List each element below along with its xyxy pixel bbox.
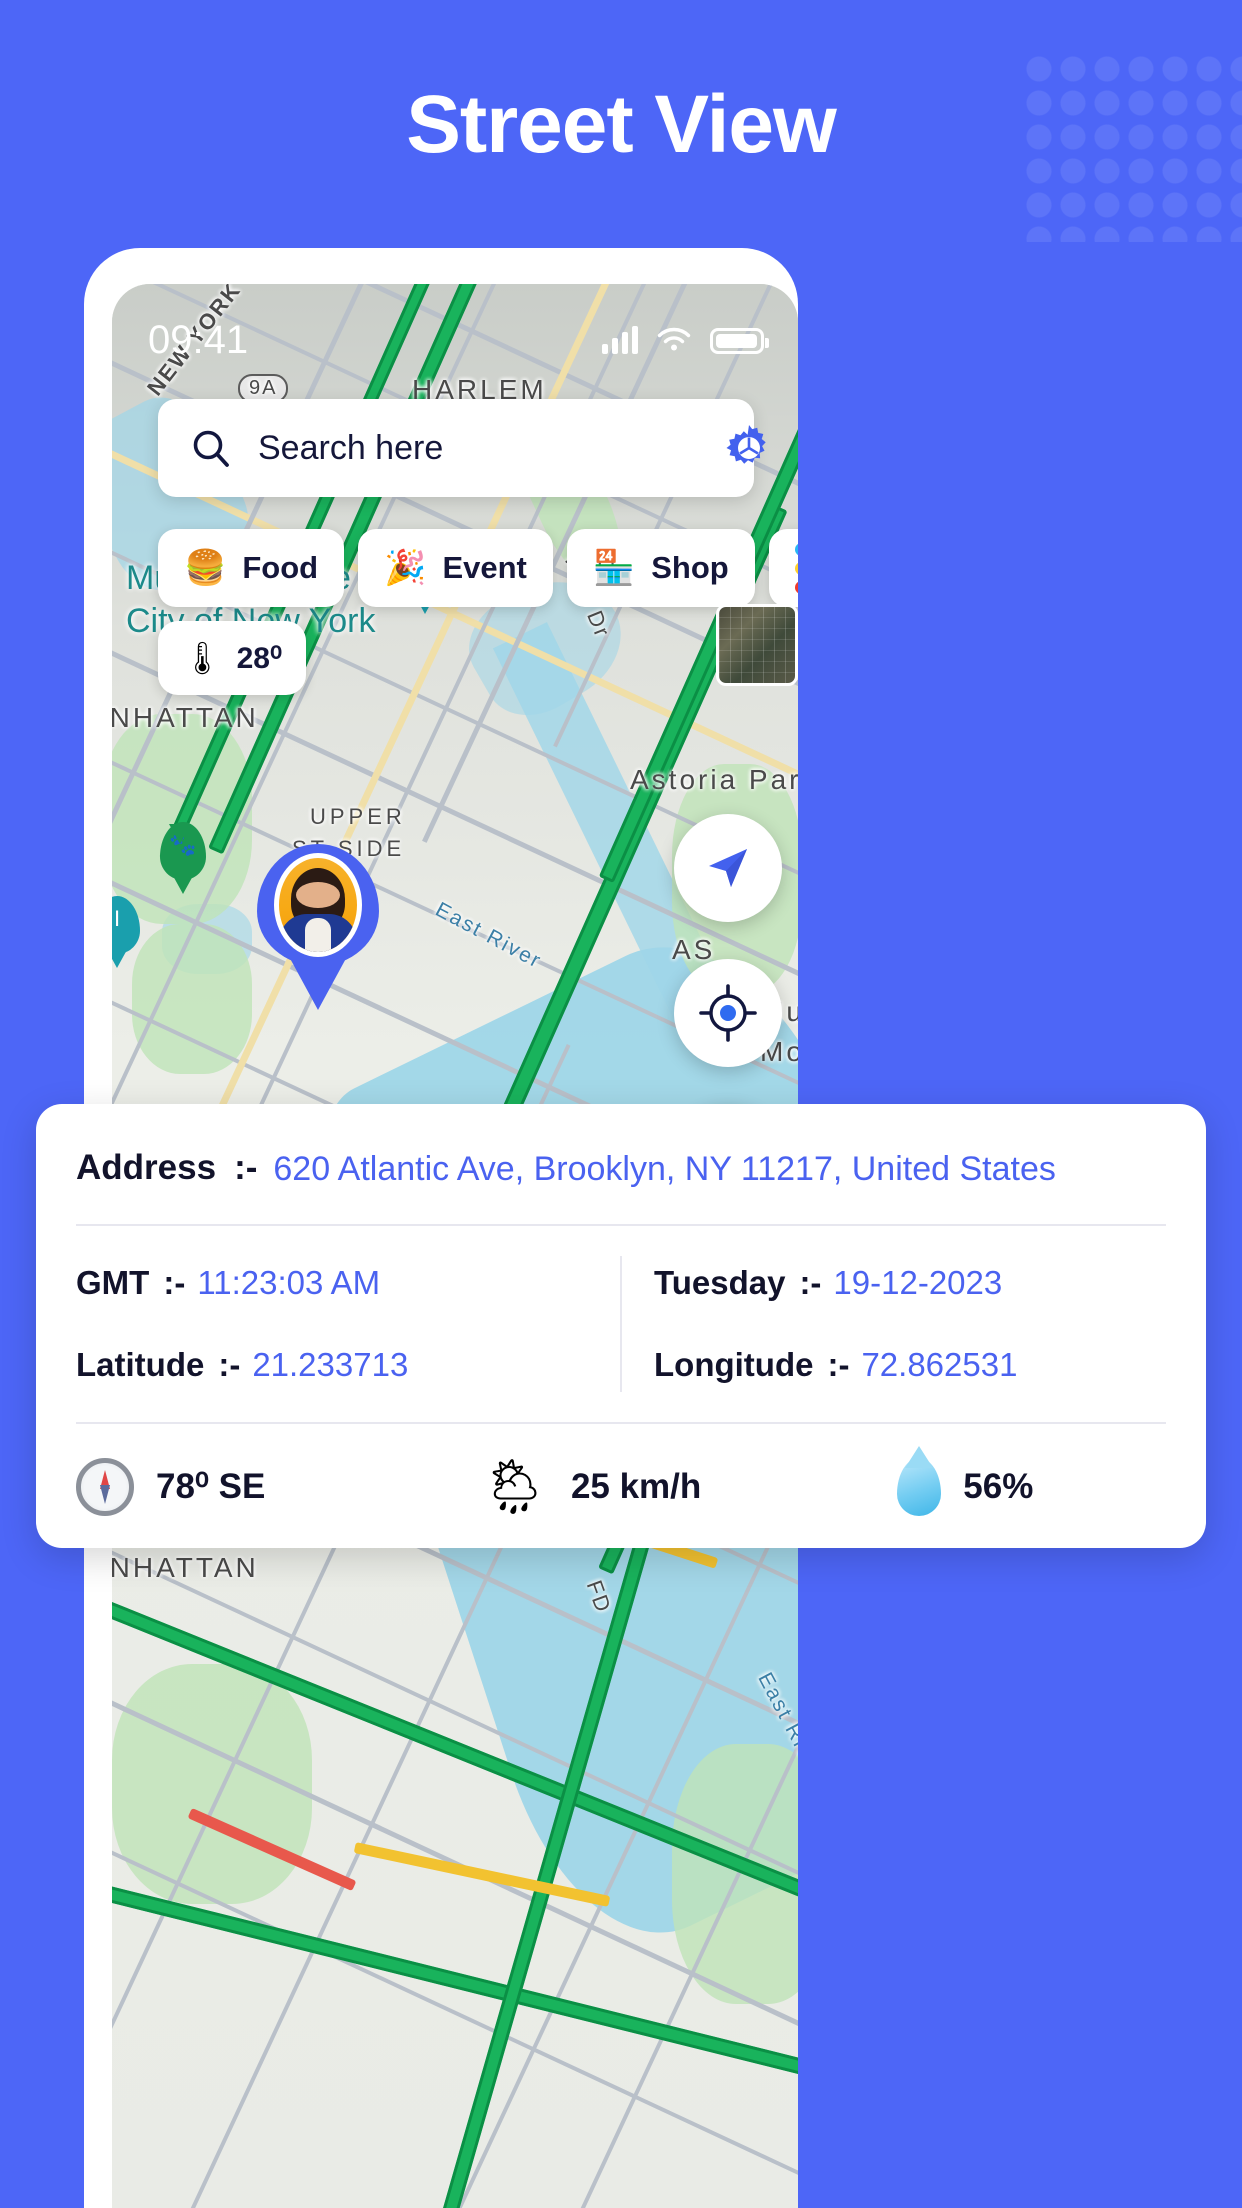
party-popper-icon: 🎉 [384, 549, 427, 587]
weather-row: 78⁰ SE 🌦 25 km/h 56% [76, 1421, 1166, 1516]
latitude-value: 21.233713 [252, 1345, 409, 1383]
info-grid: GMT :- 11:23:03 AM Latitude :- 21.233713… [76, 1255, 1166, 1392]
location-info-card: Address :- 620 Atlantic Ave, Brooklyn, N… [36, 1104, 1206, 1548]
info-item-gmt: GMT :- 11:23:03 AM [76, 1262, 620, 1304]
gmt-value: 11:23:03 AM [197, 1263, 381, 1301]
weather-compass: 78⁰ SE [76, 1457, 266, 1516]
settings-button[interactable] [701, 399, 797, 497]
longitude-value: 72.862531 [861, 1345, 1018, 1383]
battery-icon [710, 328, 769, 354]
date-value: 19-12-2023 [833, 1263, 1003, 1301]
store-icon: 🏪 [592, 549, 636, 587]
thermometer-icon: 🌡 [182, 640, 223, 676]
status-time: 09:41 [148, 317, 249, 362]
avatar-body [279, 914, 357, 952]
gear-icon [726, 425, 766, 464]
signal-bars-icon [602, 326, 638, 354]
info-icon: I [113, 906, 121, 931]
wind-cloud-icon: 🌦 [480, 1456, 549, 1517]
humidity-value: 56% [963, 1466, 1034, 1506]
temperature-widget[interactable]: 🌡 28⁰ [158, 621, 307, 695]
address-separator: :- [234, 1148, 258, 1187]
weather-humidity: 56% [897, 1457, 1034, 1516]
map-label: East River [431, 897, 546, 974]
user-avatar-pin[interactable] [257, 844, 379, 966]
longitude-label: Longitude [654, 1345, 814, 1383]
navigation-arrow-icon [709, 849, 747, 887]
latitude-label: Latitude [76, 1345, 205, 1383]
chip-event[interactable]: 🎉 Event [358, 529, 553, 607]
search-input[interactable] [258, 428, 701, 468]
address-row: Address :- 620 Atlantic Ave, Brooklyn, N… [76, 1148, 1166, 1192]
chip-shop[interactable]: 🏪 Shop [566, 529, 755, 607]
satellite-layer-thumbnail[interactable] [716, 604, 798, 686]
longitude-separator: :- [827, 1345, 850, 1383]
map-label: Astoria Park [630, 764, 798, 795]
chip-more[interactable]: More [768, 529, 798, 607]
divider [76, 1223, 1166, 1226]
weather-wind: 🌦 25 km/h [480, 1460, 701, 1514]
my-location-icon [699, 984, 757, 1042]
wifi-icon [657, 327, 691, 351]
wind-speed-value: 25 km/h [570, 1466, 702, 1506]
address-label: Address [76, 1148, 217, 1187]
water-droplet-icon [897, 1457, 942, 1516]
info-item-longitude: Longitude :- 72.862531 [654, 1344, 1166, 1386]
status-icons [602, 326, 769, 354]
latitude-separator: :- [218, 1345, 241, 1383]
search-bar[interactable] [158, 399, 766, 497]
chip-label: Event [442, 550, 527, 585]
day-separator: :- [799, 1263, 822, 1301]
compass-icon [76, 1457, 134, 1516]
gmt-label: GMT [76, 1263, 150, 1301]
day-label: Tuesday [654, 1263, 786, 1301]
page-title: Street View [406, 79, 837, 170]
chip-label: Shop [651, 550, 729, 585]
status-bar: 09:41 [112, 310, 798, 370]
category-chip-row: 🍔 Food 🎉 Event 🏪 Shop More [158, 529, 798, 607]
info-column-left: GMT :- 11:23:03 AM Latitude :- 21.233713 [76, 1256, 620, 1392]
navigate-button[interactable] [674, 814, 782, 922]
address-value[interactable]: 620 Atlantic Ave, Brooklyn, NY 11217, Un… [273, 1148, 1056, 1192]
search-icon [193, 430, 229, 467]
map-label: ANHATTAN [112, 702, 259, 733]
map-label: UPPER [310, 804, 406, 829]
map-label: ANHATTAN [112, 1552, 259, 1583]
gmt-separator: :- [163, 1263, 186, 1301]
food-icon: 🍔 [184, 549, 227, 587]
info-item-day: Tuesday :- 19-12-2023 [654, 1262, 1166, 1304]
three-dots-icon [794, 542, 798, 594]
info-item-latitude: Latitude :- 21.233713 [76, 1344, 620, 1386]
temperature-value: 28⁰ [236, 641, 283, 675]
info-column-right: Tuesday :- 19-12-2023 Longitude :- 72.86… [622, 1256, 1166, 1392]
my-location-button[interactable] [674, 959, 782, 1067]
avatar [274, 853, 362, 957]
chip-food[interactable]: 🍔 Food [158, 529, 345, 607]
wind-direction-value: 78⁰ SE [156, 1466, 266, 1506]
chip-label: Food [242, 550, 319, 585]
